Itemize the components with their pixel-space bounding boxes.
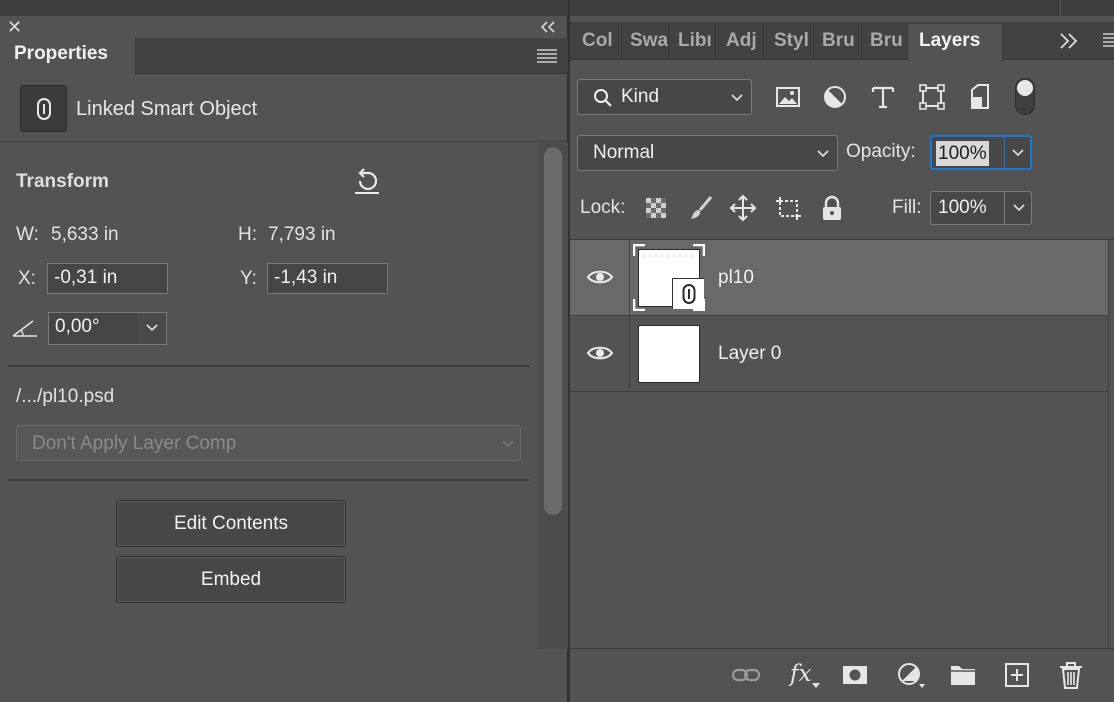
layers-list: pl10 Layer 0	[570, 239, 1114, 648]
layers-bottom-toolbar: fx	[570, 648, 1114, 702]
chevron-down-icon	[502, 440, 514, 447]
tab-brushes[interactable]: Bru	[822, 24, 862, 60]
new-group-icon[interactable]	[948, 661, 978, 689]
section-divider	[8, 479, 530, 481]
toggle-knob	[1017, 80, 1033, 96]
new-layer-icon[interactable]	[1002, 661, 1032, 689]
visibility-toggle[interactable]	[570, 316, 630, 391]
lock-image-pixels-icon[interactable]	[687, 194, 715, 222]
tab-libraries[interactable]: Libı	[678, 24, 716, 60]
tab-styles[interactable]: Styl	[774, 24, 814, 60]
fx-icon[interactable]: fx	[788, 661, 822, 689]
y-label: Y:	[240, 268, 257, 289]
layers-panel: Col Swa Libı Adj Styl Bru Bru Layers Kin…	[570, 0, 1114, 702]
width-label: W:	[16, 224, 39, 245]
filter-toggle-switch[interactable]	[1015, 78, 1035, 115]
filter-kind-label: Kind	[621, 86, 660, 107]
eye-icon	[586, 270, 614, 284]
fx-label: fx	[790, 661, 812, 687]
lock-position-icon[interactable]	[729, 194, 757, 222]
properties-scrollbar[interactable]	[538, 143, 568, 649]
opacity-dropdown-button[interactable]	[1004, 137, 1031, 168]
fill-dropdown-button[interactable]	[1004, 192, 1032, 224]
height-label: H:	[238, 224, 257, 245]
blend-mode-label: Normal	[593, 142, 655, 163]
tab-brush-settings[interactable]: Bru	[870, 24, 908, 60]
smart-object-filter-icon[interactable]	[967, 84, 993, 110]
search-icon	[594, 89, 612, 107]
blend-mode-select[interactable]: Normal	[577, 135, 838, 171]
scrollbar-thumb[interactable]	[544, 147, 562, 515]
more-tabs-icon[interactable]	[1058, 30, 1080, 52]
close-panel-icon[interactable]: ✕	[7, 18, 25, 36]
chevron-down-icon	[731, 94, 743, 102]
edit-contents-button[interactable]: Edit Contents	[116, 500, 346, 547]
panel-menu-icon[interactable]	[1103, 32, 1114, 48]
layer-name[interactable]: pl10	[718, 267, 754, 289]
fill-label: Fill:	[892, 197, 922, 218]
width-value: 5,633 in	[51, 224, 119, 245]
lock-label: Lock:	[580, 197, 626, 218]
panel-top-strip	[570, 0, 1114, 16]
height-value: 7,793 in	[268, 224, 336, 245]
panel-menu-icon[interactable]	[537, 48, 557, 64]
adjustment-layer-filter-icon[interactable]	[822, 84, 848, 110]
x-label: X:	[18, 268, 36, 289]
lock-transparent-pixels-icon[interactable]	[642, 194, 670, 222]
filter-kind-select[interactable]: Kind	[577, 79, 752, 115]
layer-row[interactable]: Layer 0	[570, 316, 1108, 392]
lock-artboard-icon[interactable]	[774, 194, 802, 222]
x-position-field[interactable]: -0,31 in	[47, 263, 168, 294]
layer-comp-select: Don't Apply Layer Comp	[16, 425, 521, 461]
angle-dropdown-button[interactable]	[138, 312, 167, 345]
tab-swatches[interactable]: Swa	[630, 24, 669, 60]
fill-value[interactable]: 100%	[938, 197, 987, 219]
tab-adjustments[interactable]: Adj	[726, 24, 764, 60]
adjustment-layer-icon[interactable]	[895, 661, 925, 689]
collapse-panel-icon[interactable]	[538, 19, 558, 35]
reset-transform-icon[interactable]	[352, 168, 382, 196]
layers-scrollbar[interactable]	[1108, 240, 1114, 648]
angle-icon	[11, 317, 39, 339]
linked-smart-object-icon	[20, 85, 67, 132]
layer-comp-select-label: Don't Apply Layer Comp	[32, 433, 237, 454]
panel-top-strip	[0, 0, 568, 16]
pixel-layer-filter-icon[interactable]	[775, 84, 801, 110]
tab-color[interactable]: Col	[582, 24, 622, 60]
properties-panel: ✕ Properties Linked Smart Object Transfo…	[0, 0, 568, 702]
opacity-field[interactable]: 100%	[930, 135, 1032, 170]
linked-smart-object-badge-icon	[672, 278, 704, 309]
shape-layer-filter-icon[interactable]	[919, 84, 945, 110]
smart-object-type-label: Linked Smart Object	[76, 98, 258, 120]
layer-row[interactable]: pl10	[570, 240, 1108, 316]
section-divider	[8, 365, 530, 367]
visibility-toggle[interactable]	[570, 240, 630, 315]
link-layers-icon[interactable]	[731, 661, 761, 689]
type-layer-filter-icon[interactable]	[870, 84, 896, 110]
transform-section-title: Transform	[16, 171, 109, 192]
add-mask-icon[interactable]	[840, 661, 870, 689]
linked-file-path: /.../pl10.psd	[16, 386, 115, 407]
lock-all-icon[interactable]	[818, 194, 846, 222]
angle-field[interactable]: 0,00°	[48, 312, 139, 345]
layer-thumbnail	[638, 325, 700, 383]
tab-properties[interactable]: Properties	[0, 38, 136, 75]
opacity-label: Opacity:	[846, 141, 916, 162]
smart-object-header: Linked Smart Object	[0, 75, 568, 142]
eye-icon	[586, 346, 614, 360]
tab-layers[interactable]: Layers	[908, 24, 1003, 61]
y-position-field[interactable]: -1,43 in	[267, 263, 388, 294]
embed-button[interactable]: Embed	[116, 556, 346, 603]
layer-name[interactable]: Layer 0	[718, 343, 781, 365]
fill-field[interactable]: 100%	[930, 191, 1032, 225]
chevron-down-icon	[817, 150, 829, 158]
opacity-value[interactable]: 100%	[936, 141, 989, 166]
delete-layer-icon[interactable]	[1056, 661, 1086, 689]
